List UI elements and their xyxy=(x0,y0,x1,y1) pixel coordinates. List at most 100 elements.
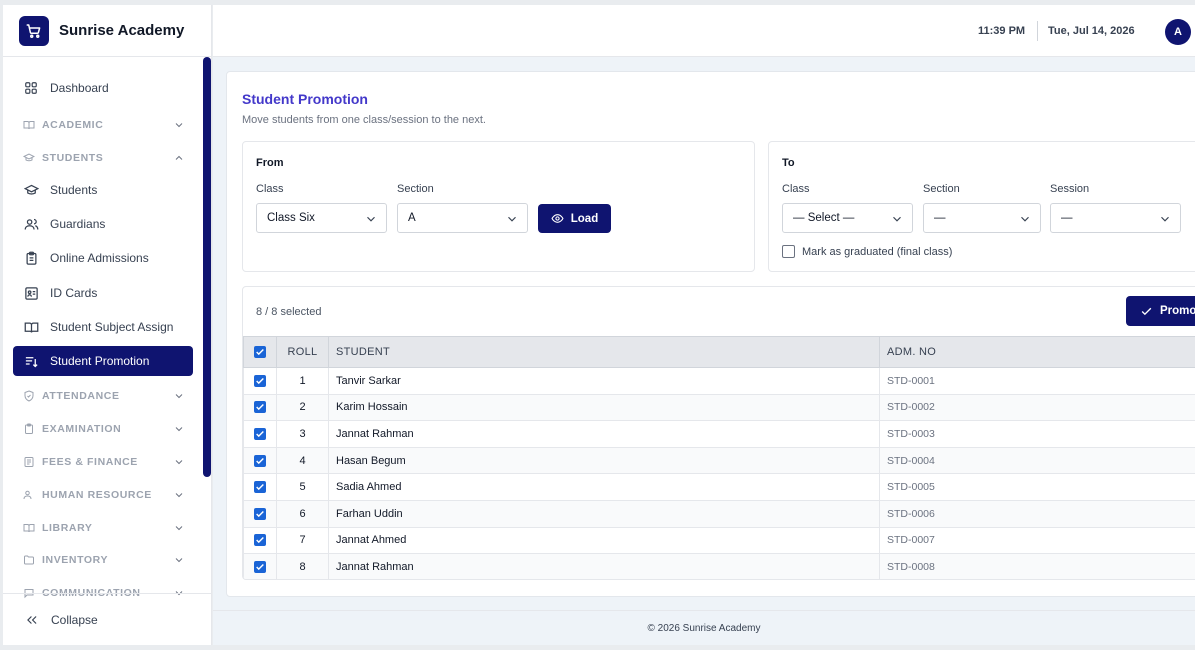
col-adm-no[interactable]: ADM. NO xyxy=(879,336,1195,368)
chevron-down-icon xyxy=(173,390,185,405)
graduation-cap-icon xyxy=(23,182,39,198)
page-subtitle: Move students from one class/session to … xyxy=(242,114,486,126)
sidebar-item-online-admissions[interactable]: Online Admissions xyxy=(13,243,193,273)
to-section-value: — xyxy=(934,212,946,224)
table-row[interactable]: 3 Jannat Rahman STD-0003 xyxy=(243,420,1195,448)
sidebar-group-academic[interactable]: ACADEMIC xyxy=(13,113,193,137)
sidebar-scrollbar[interactable] xyxy=(203,57,211,477)
sidebar-item-id-cards[interactable]: ID Cards xyxy=(13,278,193,308)
chevron-down-icon xyxy=(173,554,185,569)
sidebar-item-label: Student Subject Assign xyxy=(50,320,174,334)
row-checkbox[interactable] xyxy=(254,481,266,494)
row-select-cell xyxy=(243,393,277,422)
graduated-label: Mark as graduated (final class) xyxy=(802,245,953,258)
sidebar-group-library[interactable]: LIBRARY xyxy=(13,516,193,540)
table-row[interactable]: 4 Hasan Begum STD-0004 xyxy=(243,446,1195,475)
table-row[interactable]: 8 Jannat Rahman STD-0008 xyxy=(243,553,1195,579)
promote-button[interactable]: Promote xyxy=(1126,296,1195,326)
table-row[interactable]: 1 Tanvir Sarkar STD-0001 xyxy=(243,367,1195,395)
sidebar-group-label: ATTENDANCE xyxy=(42,390,120,402)
from-section-value: A xyxy=(408,212,416,224)
sidebar-group-fees-finance[interactable]: FEES & FINANCE xyxy=(13,450,193,474)
to-class-select[interactable]: — Select — xyxy=(782,203,913,233)
row-select-cell xyxy=(243,446,277,475)
row-select-cell xyxy=(243,473,277,501)
grid-icon xyxy=(23,80,39,96)
row-checkbox[interactable] xyxy=(254,454,266,467)
row-checkbox[interactable] xyxy=(254,561,266,573)
id-card-icon xyxy=(23,285,39,301)
sidebar-item-guardians[interactable]: Guardians xyxy=(13,209,193,239)
chevron-down-icon xyxy=(364,212,378,229)
header-divider xyxy=(1037,21,1038,41)
to-session-value: — xyxy=(1061,212,1073,224)
row-checkbox[interactable] xyxy=(254,507,266,520)
from-section-select[interactable]: A xyxy=(397,203,528,233)
eye-icon xyxy=(551,212,564,225)
cell-roll: 4 xyxy=(276,446,329,475)
chevron-down-icon xyxy=(890,212,904,229)
sidebar-group-label: ACADEMIC xyxy=(42,119,104,131)
graduated-checkbox-row[interactable]: Mark as graduated (final class) xyxy=(782,245,952,258)
table-row[interactable]: 6 Farhan Uddin STD-0006 xyxy=(243,499,1195,528)
table-row[interactable]: 5 Sadia Ahmed STD-0005 xyxy=(243,473,1195,501)
sidebar-group-label: INVENTORY xyxy=(42,554,109,566)
sidebar-group-students[interactable]: STUDENTS xyxy=(13,146,193,170)
select-all-checkbox[interactable] xyxy=(254,346,266,359)
row-select-cell xyxy=(243,526,277,555)
page-title: Student Promotion xyxy=(242,91,368,107)
row-checkbox[interactable] xyxy=(254,374,266,387)
clipboard-icon xyxy=(23,250,39,266)
graduation-cap-icon xyxy=(23,152,35,164)
sidebar-group-attendance[interactable]: ATTENDANCE xyxy=(13,384,193,408)
sidebar-item-students[interactable]: Students xyxy=(13,175,193,205)
row-checkbox[interactable] xyxy=(254,534,266,547)
row-select-cell xyxy=(243,420,277,448)
to-class-value: — Select — xyxy=(793,212,855,224)
to-session-select[interactable]: — xyxy=(1050,203,1181,233)
brand[interactable]: Sunrise Academy xyxy=(3,5,211,57)
book-icon xyxy=(23,522,35,534)
from-panel: From Class Class Six Section A Load xyxy=(242,141,755,272)
cell-adm-no: STD-0005 xyxy=(879,473,1195,501)
load-button[interactable]: Load xyxy=(538,204,611,233)
col-roll[interactable]: ROLL xyxy=(276,336,329,368)
double-chevron-left-icon xyxy=(25,613,39,627)
row-checkbox[interactable] xyxy=(254,428,266,441)
shield-check-icon xyxy=(23,390,35,402)
from-class-select[interactable]: Class Six xyxy=(256,203,387,233)
table-header-row: ROLL STUDENT ADM. NO xyxy=(243,336,1195,368)
cell-roll: 8 xyxy=(276,553,329,579)
to-panel: To Class — Select — Section — Session — … xyxy=(768,141,1195,272)
students-table: ROLL STUDENT ADM. NO 1 Tanvir Sarkar STD-0… xyxy=(243,336,1195,579)
collapse-label: Collapse xyxy=(51,612,98,627)
graduated-checkbox[interactable] xyxy=(782,245,795,258)
student-list: 8 / 8 selected Promote ROLL STUDENT ADM.… xyxy=(242,286,1195,580)
avatar[interactable]: A xyxy=(1165,19,1191,45)
sidebar-item-student-promotion[interactable]: Student Promotion xyxy=(13,346,193,376)
clock-date: Tue, Jul 14, 2026 xyxy=(1048,25,1135,37)
sidebar-group-inventory[interactable]: INVENTORY xyxy=(13,548,193,572)
sidebar-item-dashboard[interactable]: Dashboard xyxy=(13,73,193,103)
sidebar-group-human-resource[interactable]: HUMAN RESOURCE xyxy=(13,483,193,507)
to-section-select[interactable]: — xyxy=(923,203,1041,233)
collapse-button[interactable]: Collapse xyxy=(3,593,211,645)
chevron-down-icon xyxy=(173,489,185,504)
book-open-icon xyxy=(23,319,39,335)
table-row[interactable]: 2 Karim Hossain STD-0002 xyxy=(243,393,1195,422)
book-icon xyxy=(23,119,35,131)
cell-adm-no: STD-0008 xyxy=(879,553,1195,579)
cell-adm-no: STD-0004 xyxy=(879,446,1195,475)
sidebar-group-examination[interactable]: EXAMINATION xyxy=(13,417,193,441)
sidebar-item-label: Students xyxy=(50,183,98,197)
sidebar-item-student-subject-assign[interactable]: Student Subject Assign xyxy=(13,312,193,342)
chevron-down-icon xyxy=(1158,212,1172,229)
promote-label: Promote xyxy=(1160,305,1195,317)
sidebar-group-label: LIBRARY xyxy=(42,522,93,534)
col-student[interactable]: STUDENT xyxy=(328,336,880,368)
row-checkbox[interactable] xyxy=(254,401,266,414)
cell-adm-no: STD-0007 xyxy=(879,526,1195,555)
table-row[interactable]: 7 Jannat Ahmed STD-0007 xyxy=(243,526,1195,555)
chevron-down-icon xyxy=(1018,212,1032,229)
from-class-label: Class xyxy=(256,183,284,195)
